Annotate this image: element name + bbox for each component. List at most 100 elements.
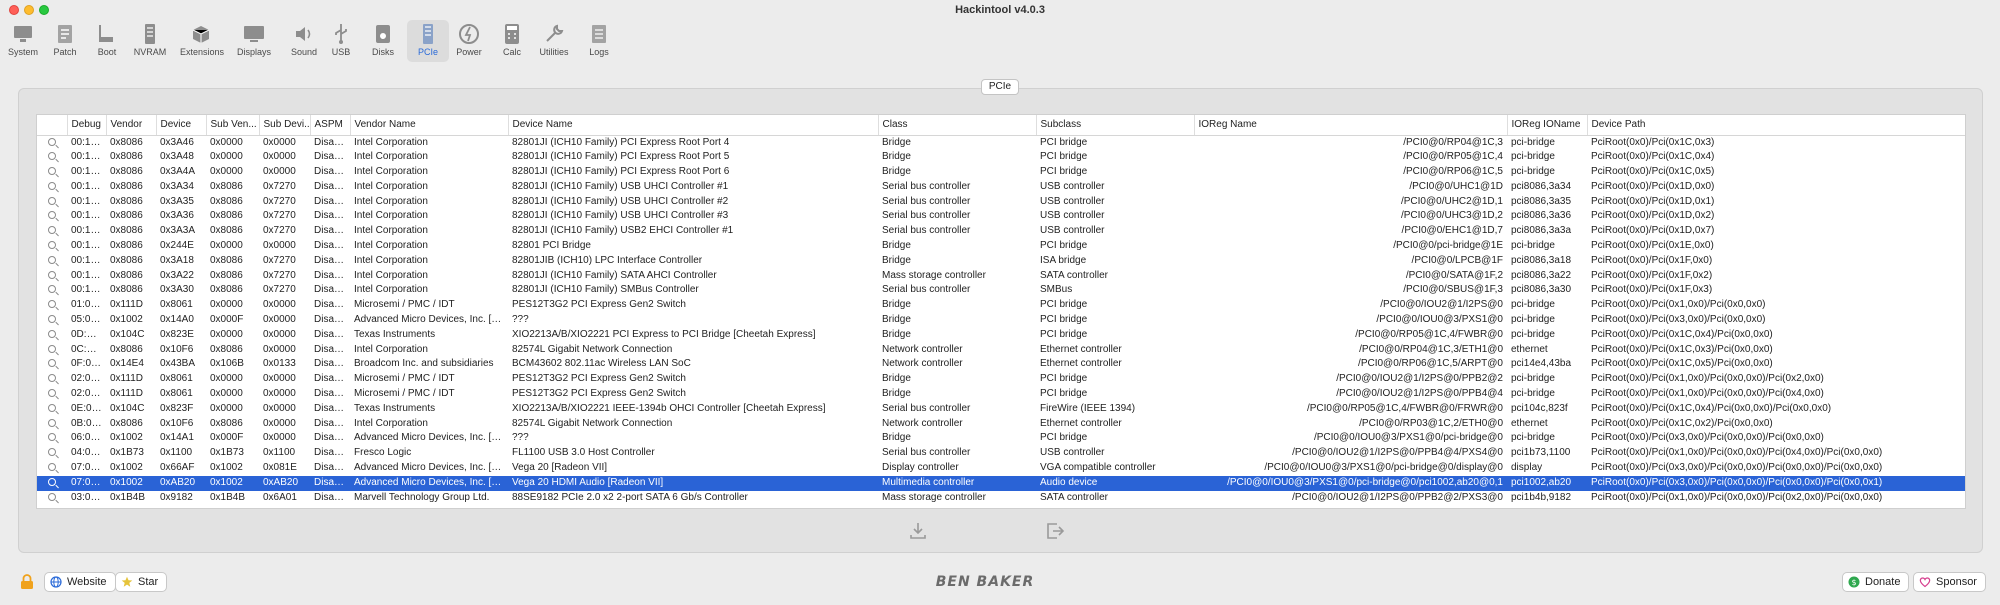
table-row[interactable]: 0B:00.0 0x8086 0x10F6 0x8086 0x0000 Disabled I… (37, 417, 1965, 432)
table-row[interactable]: 0E:00.0 0x104C 0x823F 0x0000 0x0000 Disabled T… (37, 402, 1965, 417)
row-inspect-cell[interactable] (37, 239, 67, 254)
sponsor-button[interactable]: Sponsor (1913, 572, 1986, 592)
magnifier-icon[interactable] (48, 255, 56, 264)
row-inspect-cell[interactable] (37, 475, 67, 491)
share-icon[interactable] (1044, 520, 1066, 542)
table-row[interactable]: 00:1F.2 0x8086 0x3A22 0x8086 0x7270 Disabled I… (37, 269, 1965, 284)
table-row[interactable]: 00:1C.4 0x8086 0x3A48 0x0000 0x0000 Disabled I… (37, 150, 1965, 165)
magnifier-icon[interactable] (48, 300, 56, 309)
toolbar-sound[interactable]: Sound (283, 20, 325, 62)
magnifier-icon[interactable] (48, 374, 56, 383)
magnifier-icon[interactable] (48, 211, 56, 220)
row-inspect-cell[interactable] (37, 283, 67, 298)
magnifier-icon[interactable] (48, 270, 56, 279)
table-row[interactable]: 0D:00.0 0x104C 0x823E 0x0000 0x0000 Disabled T… (37, 328, 1965, 343)
row-inspect-cell[interactable] (37, 135, 67, 150)
row-inspect-cell[interactable] (37, 209, 67, 224)
column-header-debug[interactable]: Debug (67, 115, 107, 136)
row-inspect-cell[interactable] (37, 431, 67, 446)
column-header-class[interactable]: Class (878, 115, 1037, 136)
column-header-aspm[interactable]: ASPM (310, 115, 351, 136)
toolbar-patch[interactable]: Patch (44, 20, 86, 62)
table-row[interactable]: 00:1F.0 0x8086 0x3A18 0x8086 0x7270 Disabled I… (37, 254, 1965, 269)
table-row[interactable]: 07:00.1 0x1002 0xAB20 0x1002 0xAB20 Disabled A… (37, 475, 1965, 491)
row-inspect-cell[interactable] (37, 372, 67, 387)
column-header-subclass[interactable]: Subclass (1036, 115, 1195, 136)
magnifier-icon[interactable] (48, 463, 56, 472)
toolbar-displays[interactable]: Displays (233, 20, 275, 62)
magnifier-icon[interactable] (48, 329, 56, 338)
column-header-sub-vendor[interactable]: Sub Ven... (206, 115, 260, 136)
magnifier-icon[interactable] (48, 492, 56, 501)
toolbar-pcie[interactable]: PCIe (407, 20, 449, 62)
table-row[interactable]: 0C:00.0 0x8086 0x10F6 0x8086 0x0000 Disabled I… (37, 343, 1965, 358)
magnifier-icon[interactable] (48, 226, 56, 235)
column-header-icon[interactable] (37, 115, 68, 136)
toolbar-power[interactable]: Power (448, 20, 490, 62)
row-inspect-cell[interactable] (37, 387, 67, 402)
column-header-ioreg-name[interactable]: IOReg Name (1194, 115, 1508, 136)
column-header-vendor[interactable]: Vendor (106, 115, 157, 136)
magnifier-icon[interactable] (48, 418, 56, 427)
row-inspect-cell[interactable] (37, 417, 67, 432)
toolbar-usb[interactable]: USB (320, 20, 362, 62)
export-icon[interactable] (907, 520, 929, 542)
row-inspect-cell[interactable] (37, 446, 67, 461)
toolbar-calc[interactable]: Calc (491, 20, 533, 62)
row-inspect-cell[interactable] (37, 224, 67, 239)
row-inspect-cell[interactable] (37, 402, 67, 417)
magnifier-icon[interactable] (48, 433, 56, 442)
row-inspect-cell[interactable] (37, 298, 67, 313)
table-row[interactable]: 00:1C.3 0x8086 0x3A46 0x0000 0x0000 Disabled I… (37, 135, 1965, 150)
row-inspect-cell[interactable] (37, 461, 67, 476)
column-header-device-name[interactable]: Device Name (508, 115, 879, 136)
magnifier-icon[interactable] (48, 181, 56, 190)
magnifier-icon[interactable] (48, 285, 56, 294)
row-inspect-cell[interactable] (37, 313, 67, 328)
pcie-device-table[interactable]: Debug Vendor Device Sub Ven... Sub Devi... AS… (36, 114, 1966, 509)
magnifier-icon[interactable] (48, 389, 56, 398)
row-inspect-cell[interactable] (37, 254, 67, 269)
table-row[interactable]: 01:00.0 0x111D 0x8061 0x0000 0x0000 Disabled M… (37, 298, 1965, 313)
table-row[interactable]: 02:04.0 0x111D 0x8061 0x0000 0x0000 Disabled M… (37, 387, 1965, 402)
toolbar-disks[interactable]: Disks (362, 20, 404, 62)
row-inspect-cell[interactable] (37, 491, 67, 506)
toolbar-logs[interactable]: Logs (578, 20, 620, 62)
row-inspect-cell[interactable] (37, 165, 67, 180)
website-button[interactable]: Website (44, 572, 116, 592)
table-row[interactable]: 06:00.0 0x1002 0x14A1 0x000F 0x0000 Disabled A… (37, 431, 1965, 446)
column-header-sub-device[interactable]: Sub Devi... (259, 115, 311, 136)
magnifier-icon[interactable] (48, 359, 56, 368)
magnifier-icon[interactable] (48, 167, 56, 176)
lock-icon[interactable] (20, 574, 34, 590)
toolbar-utilities[interactable]: Utilities (533, 20, 575, 62)
row-inspect-cell[interactable] (37, 195, 67, 210)
magnifier-icon[interactable] (48, 241, 56, 250)
magnifier-icon[interactable] (48, 477, 56, 486)
table-row[interactable]: 05:00.0 0x1002 0x14A0 0x000F 0x0000 Disabled A… (37, 313, 1965, 328)
table-row[interactable]: 00:1D.1 0x8086 0x3A35 0x8086 0x7270 Disabled I… (37, 195, 1965, 210)
table-row[interactable]: 00:1C.5 0x8086 0x3A4A 0x0000 0x0000 Disabled I… (37, 165, 1965, 180)
table-row[interactable]: 03:00.0 0x1B4B 0x9182 0x1B4B 0x6A01 Disabled M… (37, 491, 1965, 506)
row-inspect-cell[interactable] (37, 328, 67, 343)
toolbar-nvram[interactable]: NVRAM (129, 20, 171, 62)
column-header-ioreg-ioname[interactable]: IOReg IOName (1507, 115, 1588, 136)
magnifier-icon[interactable] (48, 196, 56, 205)
magnifier-icon[interactable] (48, 137, 56, 146)
donate-button[interactable]: $ Donate (1842, 572, 1910, 592)
row-inspect-cell[interactable] (37, 180, 67, 195)
table-row[interactable]: 00:1D.2 0x8086 0x3A36 0x8086 0x7270 Disabled I… (37, 209, 1965, 224)
table-row[interactable]: 04:00.0 0x1B73 0x1100 0x1B73 0x1100 Disabled F… (37, 446, 1965, 461)
table-row[interactable]: 02:02.0 0x111D 0x8061 0x0000 0x0000 Disabled M… (37, 372, 1965, 387)
column-header-device[interactable]: Device (156, 115, 207, 136)
toolbar-system[interactable]: System (2, 20, 44, 62)
row-inspect-cell[interactable] (37, 343, 67, 358)
column-header-device-path[interactable]: Device Path (1587, 115, 1965, 136)
table-row[interactable]: 00:1D.7 0x8086 0x3A3A 0x8086 0x7270 Disabled I… (37, 224, 1965, 239)
table-row[interactable]: 00:1F.3 0x8086 0x3A30 0x8086 0x7270 Disabled I… (37, 283, 1965, 298)
star-button[interactable]: Star (115, 572, 168, 592)
table-row[interactable]: 00:1D.0 0x8086 0x3A34 0x8086 0x7270 Disabled I… (37, 180, 1965, 195)
row-inspect-cell[interactable] (37, 269, 67, 284)
toolbar-boot[interactable]: Boot (86, 20, 128, 62)
table-row[interactable]: 0F:00.0 0x14E4 0x43BA 0x106B 0x0133 Disabled B… (37, 357, 1965, 372)
